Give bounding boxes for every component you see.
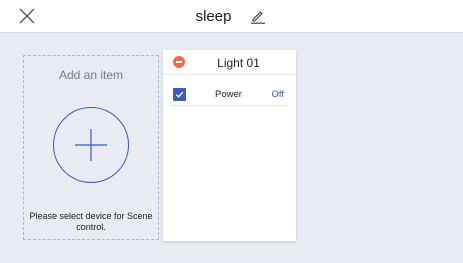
device-name: Light 01: [217, 56, 260, 70]
device-card-header: Light 01: [163, 50, 296, 75]
add-item-title: Add an item: [58, 68, 124, 82]
minus-circle-icon: [176, 61, 182, 63]
property-value[interactable]: Off: [272, 89, 285, 100]
page-title: sleep: [195, 7, 232, 25]
device-card: Light 01 Power Off: [163, 50, 296, 241]
property-name: Power: [215, 89, 242, 100]
remove-device-button[interactable]: [173, 56, 185, 68]
scene-content: Add an item Please select device for Sce…: [0, 32, 463, 263]
device-property-row: Power Off: [170, 86, 288, 106]
add-item-button[interactable]: [53, 107, 129, 183]
add-item-hint: Please select device for Scene control.: [29, 211, 153, 232]
check-icon: [175, 91, 184, 98]
power-checkbox[interactable]: [173, 88, 186, 101]
plus-icon: [75, 129, 107, 161]
edit-title-button[interactable]: [249, 7, 267, 25]
pencil-icon: [251, 11, 266, 24]
top-bar: sleep: [0, 0, 463, 32]
title-area: sleep: [0, 0, 463, 32]
add-item-card[interactable]: Add an item Please select device for Sce…: [23, 55, 159, 240]
